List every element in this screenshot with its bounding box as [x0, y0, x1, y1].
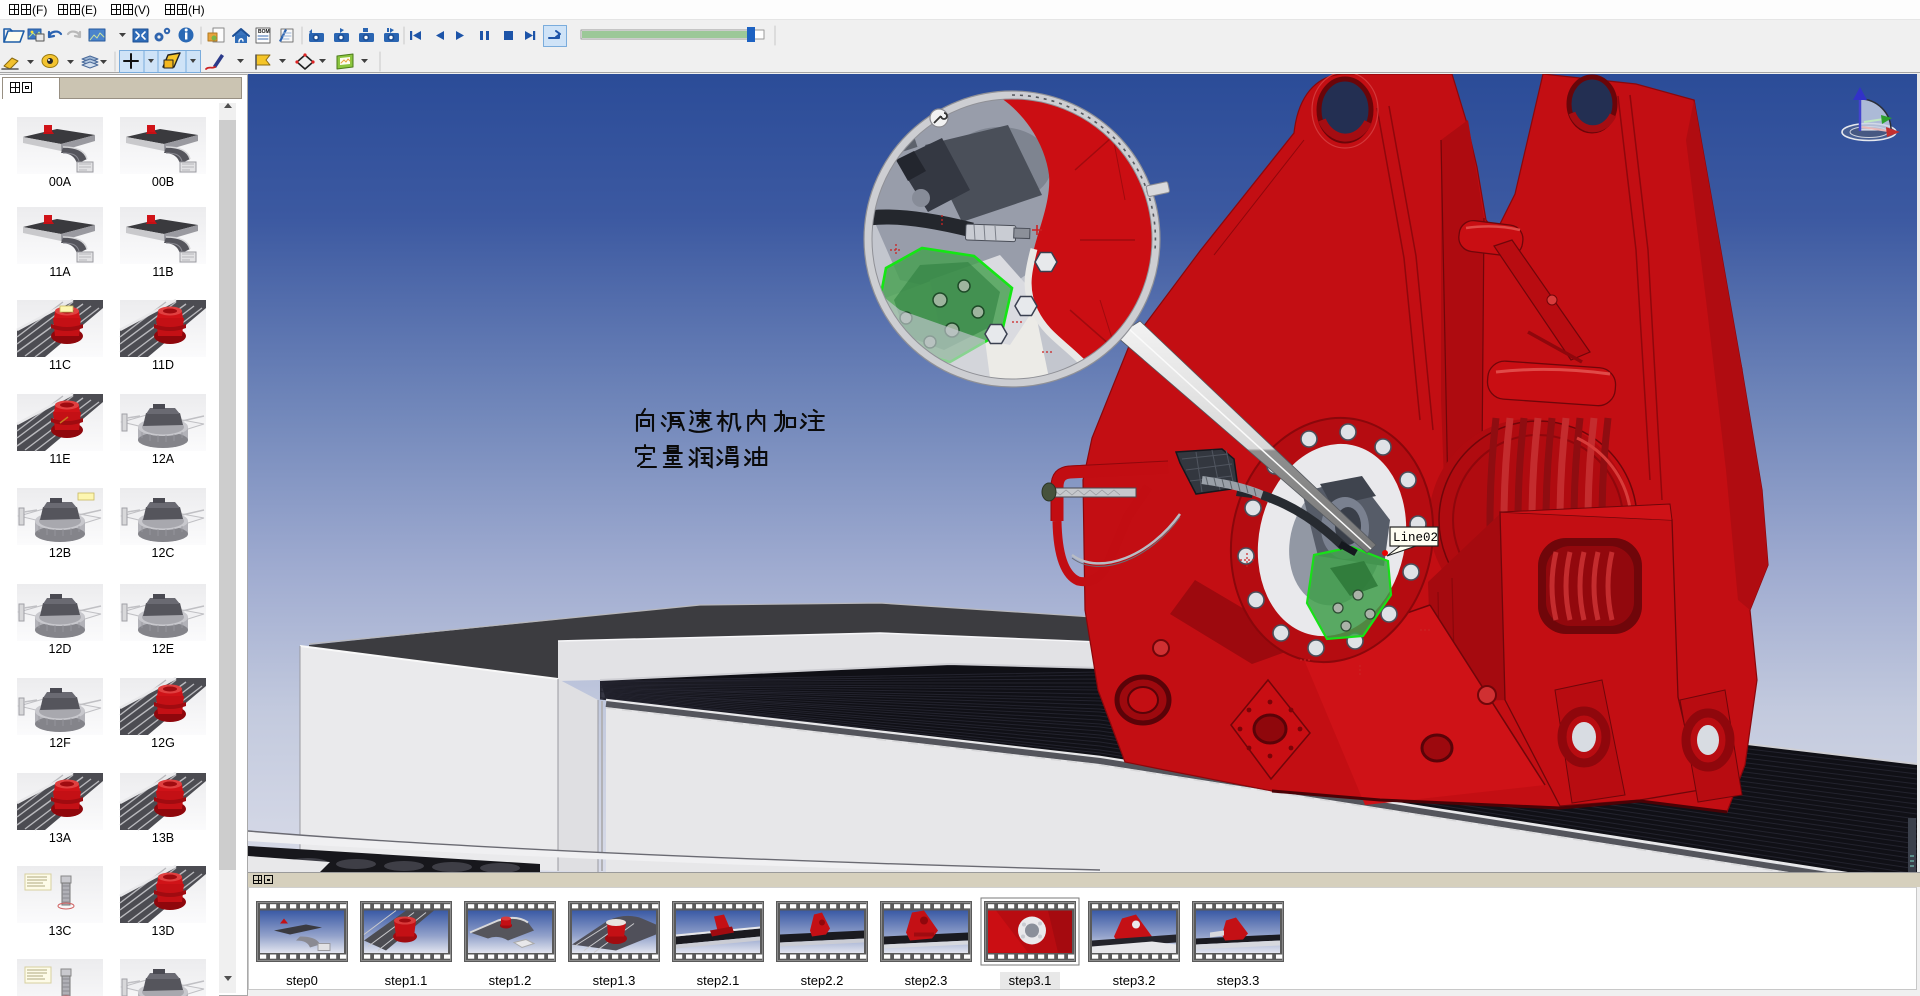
- svg-text:12B: 12B: [49, 546, 71, 560]
- svg-text:13C: 13C: [49, 924, 72, 938]
- svg-text:step2.3: step2.3: [905, 973, 948, 988]
- svg-text:00A: 00A: [49, 175, 72, 189]
- svg-text:12E: 12E: [152, 642, 174, 656]
- svg-text:step3.1: step3.1: [1009, 973, 1052, 988]
- svg-text:11E: 11E: [49, 452, 70, 466]
- svg-text:11A: 11A: [49, 265, 71, 279]
- svg-text:12G: 12G: [151, 736, 175, 750]
- svg-text:11B: 11B: [152, 265, 173, 279]
- svg-text:step3.3: step3.3: [1217, 973, 1260, 988]
- svg-text:step3.2: step3.2: [1113, 973, 1156, 988]
- svg-text:12F: 12F: [49, 736, 71, 750]
- svg-text:11C: 11C: [49, 358, 71, 372]
- svg-text:step1.2: step1.2: [489, 973, 532, 988]
- svg-text:step0: step0: [286, 973, 318, 988]
- svg-text:step2.1: step2.1: [697, 973, 740, 988]
- svg-text:12A: 12A: [152, 452, 175, 466]
- svg-text:BOM: BOM: [258, 29, 270, 35]
- svg-text:step2.2: step2.2: [801, 973, 844, 988]
- svg-text:00B: 00B: [152, 175, 174, 189]
- svg-text:13D: 13D: [152, 924, 175, 938]
- svg-text:11D: 11D: [152, 358, 174, 372]
- svg-text:12D: 12D: [49, 642, 72, 656]
- svg-text:12C: 12C: [152, 546, 175, 560]
- svg-text:13B: 13B: [152, 831, 174, 845]
- svg-text:13A: 13A: [49, 831, 72, 845]
- svg-text:Line02: Line02: [1393, 531, 1438, 545]
- svg-text:step1.3: step1.3: [593, 973, 636, 988]
- svg-text:step1.1: step1.1: [385, 973, 428, 988]
